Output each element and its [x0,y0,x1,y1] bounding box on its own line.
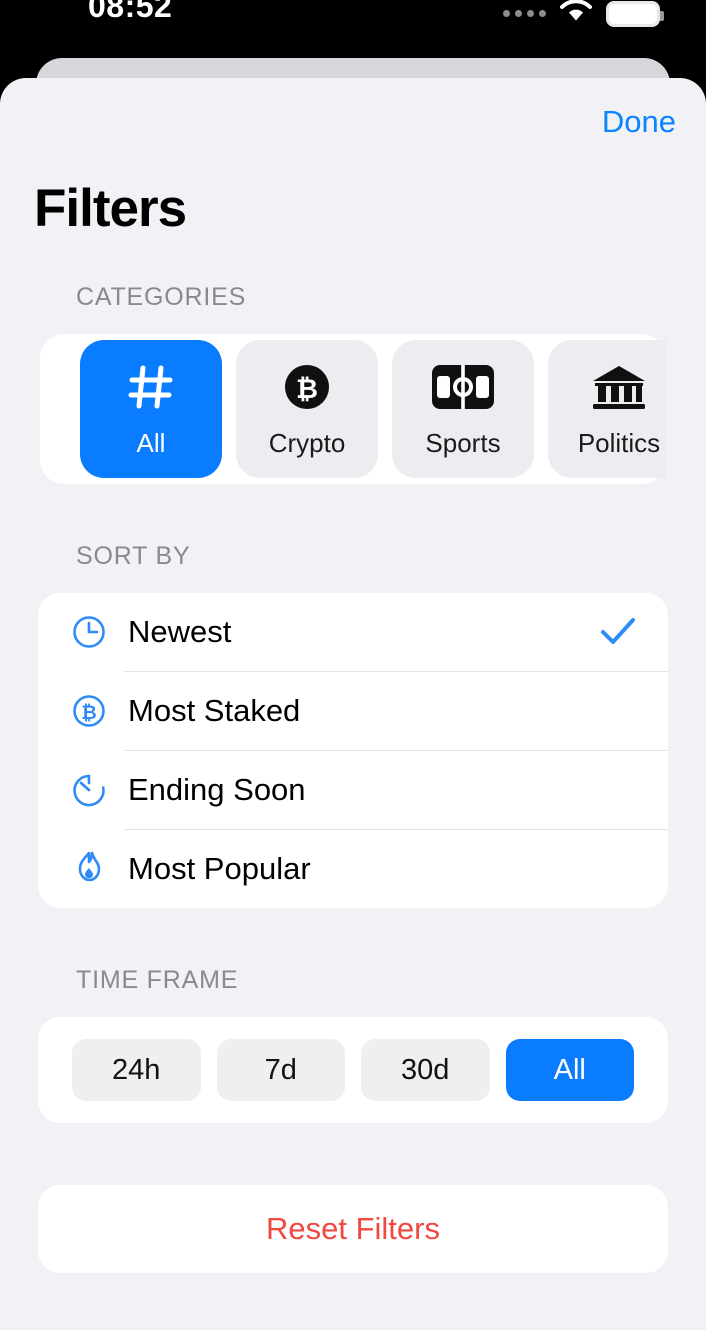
timeframe-option-30d[interactable]: 30d [361,1039,490,1101]
done-button[interactable]: Done [594,100,684,144]
timeframe-card: 24h 7d 30d All [38,1017,668,1123]
category-chip-all[interactable]: All [80,340,222,478]
sort-options-card: Newest ₿ Most Staked Ending Soon Most Po… [38,593,668,908]
status-time: 08:52 [88,0,173,24]
bitcoin-circle-icon: ₿ [282,360,332,414]
sort-option-ending-soon[interactable]: Ending Soon [38,751,668,829]
bank-building-icon [590,360,648,414]
page-title: Filters [34,179,187,238]
flame-icon [66,850,112,888]
status-indicators [503,0,664,29]
bitcoin-circle-icon: ₿ [66,693,112,729]
battery-icon [606,0,664,27]
hashtag-icon [125,360,177,414]
category-label: Politics [577,427,661,458]
reset-filters-label: Reset Filters [266,1211,440,1246]
categories-scroll-rail[interactable]: All ₿ Crypto Sports Politics [40,334,666,484]
soccer-field-icon [431,360,495,414]
reset-filters-button[interactable]: Reset Filters [38,1185,668,1273]
timeframe-section-label: TIME FRAME [76,966,239,994]
timeframe-option-all[interactable]: All [505,1039,634,1101]
sort-option-label: Most Staked [128,693,301,728]
timeframe-option-24h[interactable]: 24h [72,1039,201,1101]
category-label: All [136,427,166,458]
sort-option-most-popular[interactable]: Most Popular [38,830,668,908]
category-chip-sports[interactable]: Sports [392,340,534,478]
category-label: Crypto [268,427,346,458]
categories-strip[interactable]: All ₿ Crypto Sports Politics [40,340,666,478]
sort-section-label: SORT BY [76,542,191,570]
svg-text:₿: ₿ [81,702,96,724]
category-chip-politics[interactable]: Politics [548,340,666,478]
sheet-header: Done [0,78,706,150]
status-bar: 08:52 [0,0,706,34]
sort-option-most-staked[interactable]: ₿ Most Staked [38,672,668,750]
svg-text:₿: ₿ [296,374,318,405]
categories-section: All ₿ Crypto Sports Politics [0,334,706,484]
timer-icon [66,772,112,808]
timeframe-option-7d[interactable]: 7d [216,1039,345,1101]
phone-screen: 08:52 Done Filters CATEGORIES All ₿ Cryp… [0,0,706,1330]
sort-option-label: Ending Soon [128,772,306,807]
wifi-icon [558,0,594,29]
category-chip-crypto[interactable]: ₿ Crypto [236,340,378,478]
sort-option-label: Most Popular [128,851,311,886]
categories-section-label: CATEGORIES [76,283,247,311]
category-label: Sports [425,427,501,458]
signal-dots-icon [503,10,546,17]
sort-option-label: Newest [128,614,232,649]
filters-sheet: Done Filters CATEGORIES All ₿ Crypto Spo… [0,78,706,1330]
checkmark-icon [598,615,638,649]
sort-option-newest[interactable]: Newest [38,593,668,671]
clock-icon [66,614,112,650]
